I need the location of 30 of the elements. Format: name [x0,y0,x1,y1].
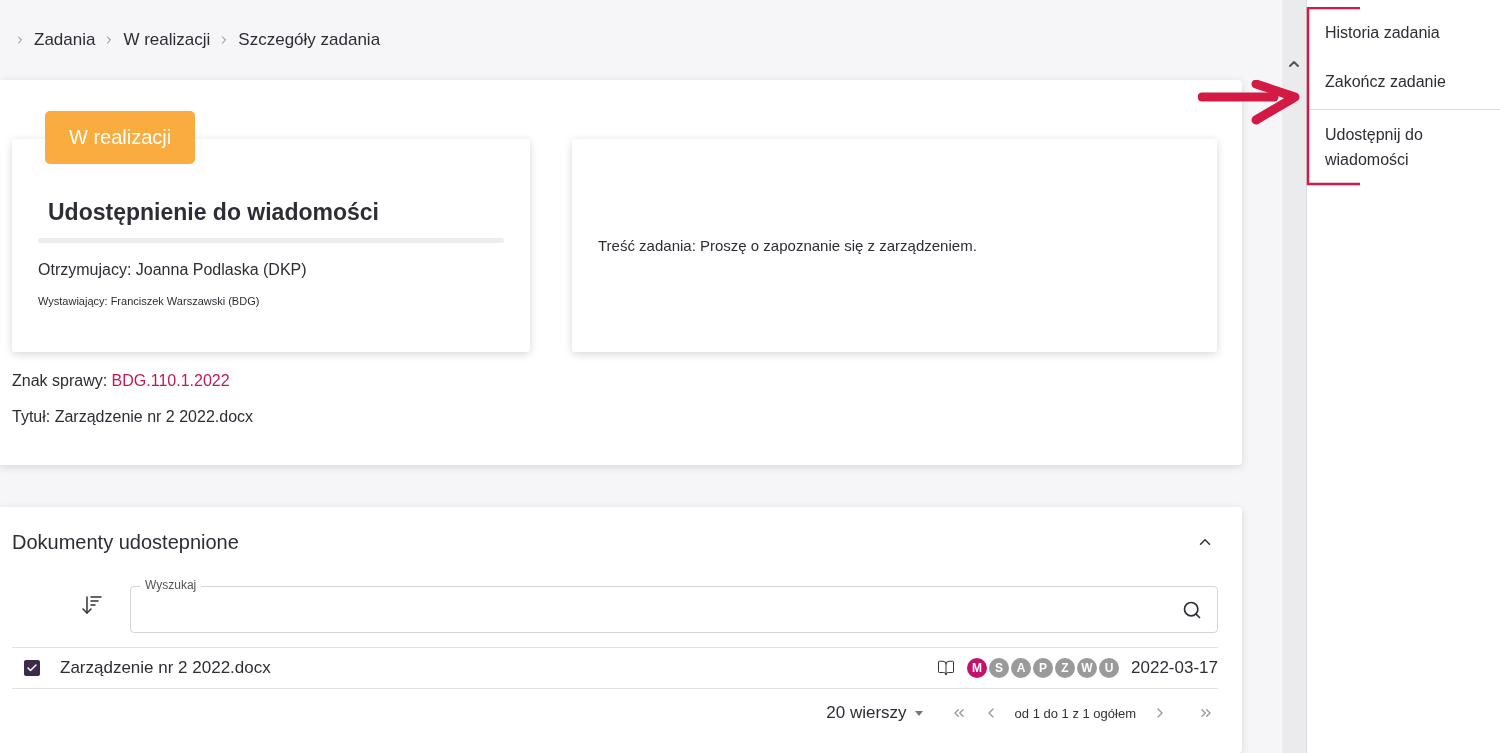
menu-item[interactable]: Zakończ zadanie [1307,57,1493,106]
letter-badge: S [989,658,1010,678]
search-field[interactable]: Wyszukaj [130,577,1218,633]
document-date: 2022-03-17 [1131,658,1218,678]
document-name[interactable]: Zarządzenie nr 2 2022.docx [60,658,938,678]
case-number-text: Znak sprawy: BDG.110.1.2022 [12,372,231,390]
letter-badge: U [1099,658,1120,678]
rows-per-page-select[interactable]: 20 wierszy [820,702,929,724]
menu-item[interactable]: Historia zadania [1307,8,1493,57]
caret-icon [914,710,923,716]
recipient-text: Otrzymujacy: Joanna Podlaska (DKP) [38,261,308,279]
document-title-text: Tytuł: Zarządzenie nr 2 2022.docx [12,408,255,426]
breadcrumb-link[interactable]: Zadania [34,30,96,50]
book-icon [937,659,956,677]
letter-badge: W [1077,658,1098,678]
letter-badge: A [1011,658,1032,678]
issuer-text: Wystawiający: Franciszek Warszawski (BDG) [38,295,261,307]
search-icon[interactable] [1182,599,1202,620]
breadcrumb-link[interactable]: Szczegóły zadania [238,30,381,50]
task-title: Udostępnienie do wiadomości [47,199,380,227]
breadcrumb-link[interactable]: W realizacji [123,30,211,50]
status-badge: W realizacji [45,111,196,164]
letter-badge: P [1033,658,1054,678]
menu-item[interactable]: Udostępnij do wiadomości [1307,110,1493,184]
task-content-text: Treść zadania: Proszę o zapoznanie się z zarządzeniem. [598,237,977,254]
section-title: Dokumenty udostepnione [12,530,239,554]
letter-badge: Z [1055,658,1076,678]
page-range: od 1 do 1 z 1 ogółem [1014,705,1136,721]
case-number-link[interactable]: BDG.110.1.2022 [111,372,230,389]
letter-badge: M [967,658,988,678]
